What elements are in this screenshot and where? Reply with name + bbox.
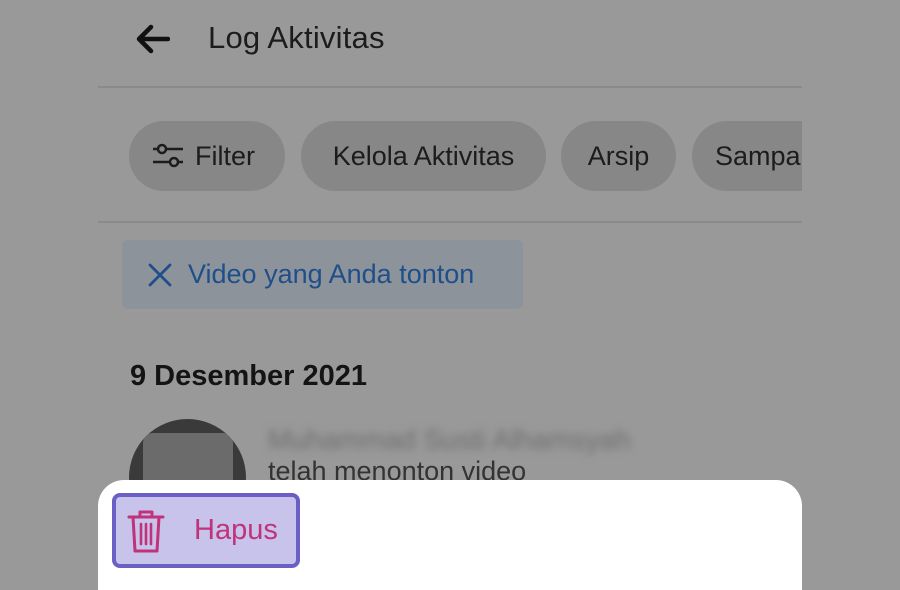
trash-chip-label: Sampah: [715, 140, 802, 171]
close-icon[interactable]: [148, 263, 172, 287]
delete-button-label: Hapus: [194, 514, 278, 546]
filter-chip[interactable]: Filter: [129, 121, 285, 191]
delete-button[interactable]: Hapus: [112, 493, 300, 568]
active-filter-tag[interactable]: Video yang Anda tonton: [122, 240, 523, 309]
active-filter-label: Video yang Anda tonton: [188, 259, 475, 289]
top-bar: Log Aktivitas: [98, 0, 802, 88]
sliders-icon: [153, 143, 183, 168]
trash-icon: [127, 510, 165, 552]
trash-chip[interactable]: Sampah: [692, 121, 802, 191]
activity-log-screen: Log Aktivitas Filter Kelola Aktivitas Ar…: [98, 0, 802, 590]
filter-chips-row: Filter Kelola Aktivitas Arsip Sampah: [98, 88, 802, 223]
arrow-left-icon[interactable]: [136, 24, 170, 54]
date-heading: 9 Desember 2021: [130, 360, 367, 392]
filter-chip-label: Filter: [195, 140, 255, 171]
bottom-sheet: Hapus: [98, 480, 802, 590]
manage-activity-chip-label: Kelola Aktivitas: [332, 140, 515, 171]
page-title: Log Aktivitas: [208, 20, 385, 55]
page: Log Aktivitas Filter Kelola Aktivitas Ar…: [0, 0, 900, 590]
manage-activity-chip[interactable]: Kelola Aktivitas: [301, 121, 546, 191]
archive-chip[interactable]: Arsip: [561, 121, 676, 191]
user-name: Muhammad Susti Alhamsyah: [268, 424, 631, 455]
archive-chip-label: Arsip: [587, 140, 650, 171]
